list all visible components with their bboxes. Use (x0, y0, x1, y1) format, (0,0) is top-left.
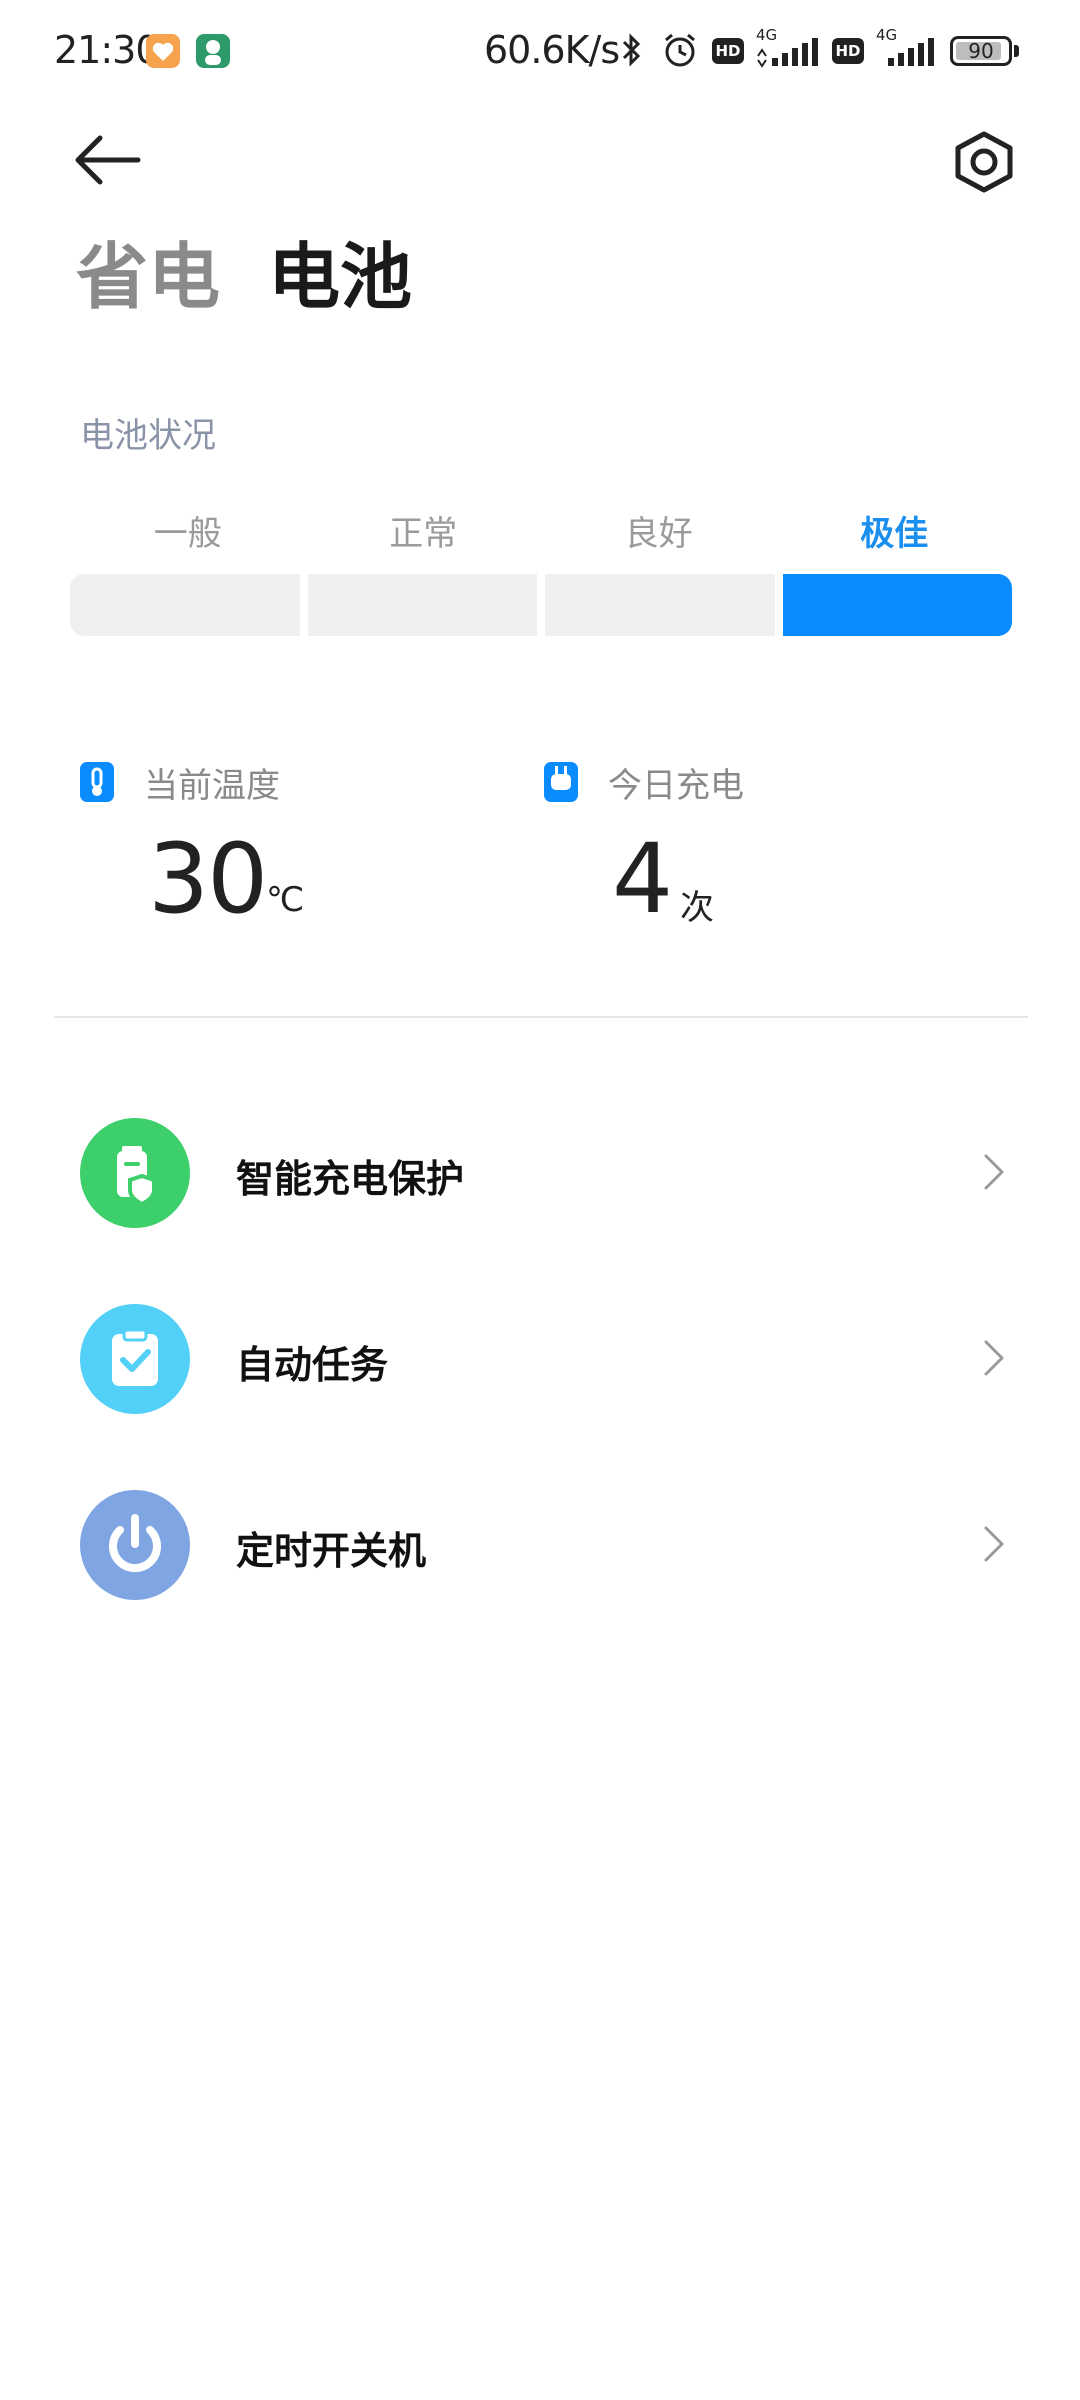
signal-icon (754, 38, 824, 72)
chevron-right-icon (974, 1336, 1014, 1380)
clipboard-check-icon (80, 1304, 190, 1414)
charge-count-unit: 次 (680, 888, 714, 928)
level-segment-good (545, 574, 775, 636)
level-label-good: 良好 (624, 514, 693, 554)
page-tabs: 省电 电池 (76, 232, 412, 322)
level-label-normal: 正常 (389, 514, 458, 554)
battery-condition-label: 电池状况 (80, 416, 216, 456)
divider (54, 1016, 1028, 1018)
battery-icon: 90 (950, 36, 1012, 66)
bluetooth-icon (618, 30, 646, 74)
list-item-smart-charging-protection[interactable]: 智能充电保护 (0, 1092, 1080, 1252)
signal-icon-2 (874, 38, 938, 72)
battery-level-text: 90 (968, 39, 994, 63)
temperature-label: 当前温度 (144, 766, 280, 806)
battery-shield-icon (80, 1118, 190, 1228)
network-speed: 60.6K/s (484, 28, 620, 72)
settings-button[interactable] (940, 120, 1030, 204)
level-segment-excellent (782, 574, 1012, 636)
charger-plug-icon (544, 762, 578, 802)
battery-tip (1014, 45, 1019, 57)
gear-icon (955, 131, 1013, 193)
level-segment-normal (307, 574, 537, 636)
temperature-value: 30 (148, 823, 268, 935)
hd-badge: HD (712, 38, 744, 64)
back-button[interactable] (60, 120, 150, 200)
power-icon (80, 1490, 190, 1600)
charge-count-label: 今日充电 (608, 766, 744, 806)
list-item-label: 定时开关机 (236, 1529, 427, 1573)
tab-power-saving[interactable]: 省电 (76, 232, 220, 322)
battery-condition-levels: 一般 正常 良好 极佳 (70, 506, 1012, 555)
list-item-scheduled-power[interactable]: 定时开关机 (0, 1464, 1080, 1624)
status-time: 21:30 (54, 28, 160, 72)
status-bar: 21:30 60.6K/s HD 4G HD 4G 90 (0, 0, 1080, 100)
list-item-label: 智能充电保护 (236, 1157, 465, 1201)
app-avatar-icon (196, 34, 230, 68)
back-arrow-icon (75, 135, 141, 185)
charge-count-value: 4 (612, 823, 673, 935)
temperature-unit: ℃ (266, 880, 305, 920)
level-segment-fair (70, 574, 300, 636)
level-label-fair: 一般 (153, 514, 222, 554)
hd-badge-2: HD (832, 38, 864, 64)
tab-battery[interactable]: 电池 (268, 232, 412, 322)
chevron-right-icon (974, 1522, 1014, 1566)
list-item-label: 自动任务 (236, 1343, 389, 1387)
battery-condition-bar (70, 574, 1012, 636)
list-item-auto-tasks[interactable]: 自动任务 (0, 1278, 1080, 1438)
alarm-icon (660, 30, 700, 74)
chevron-right-icon (974, 1150, 1014, 1194)
level-label-excellent: 极佳 (860, 514, 929, 554)
app-health-icon (146, 34, 180, 68)
thermometer-icon (80, 762, 114, 802)
